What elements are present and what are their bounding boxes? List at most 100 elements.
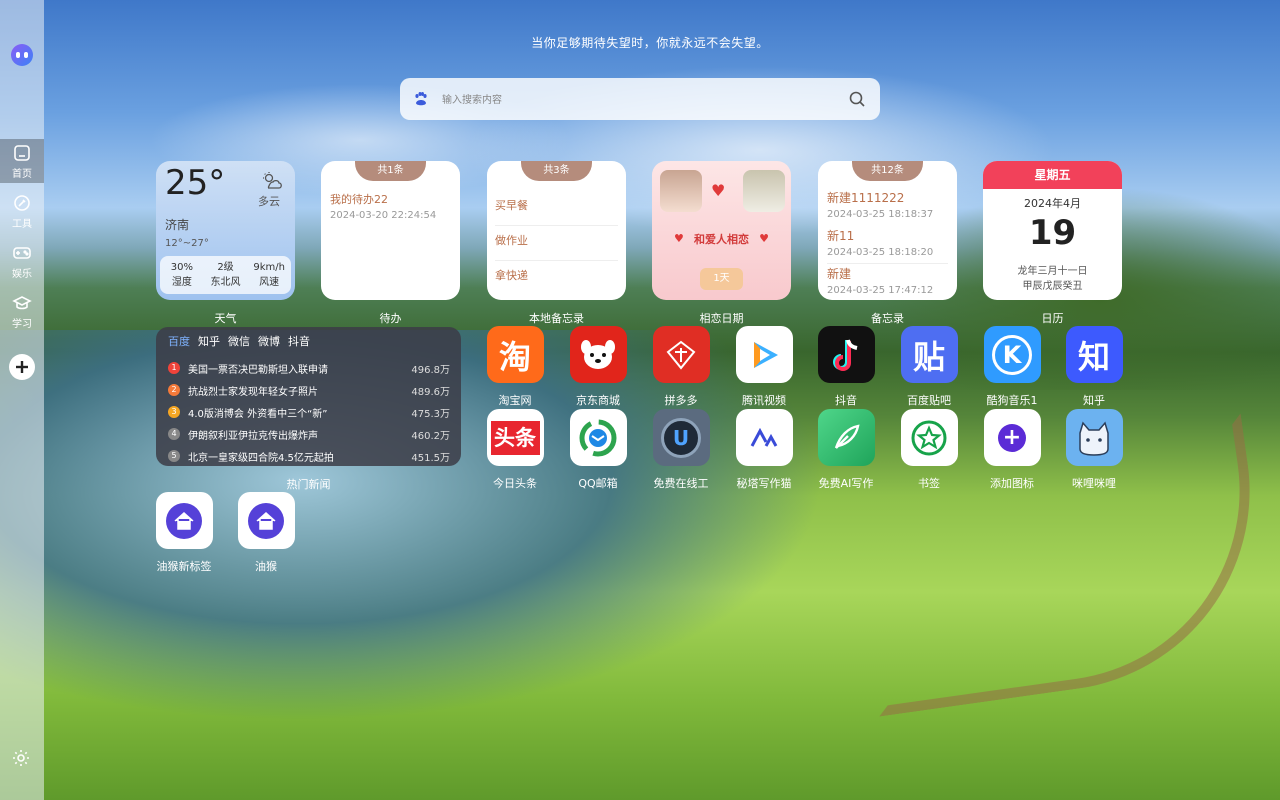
list-item[interactable]: 做作业 (495, 226, 618, 261)
tab-wechat[interactable]: 微信 (228, 333, 250, 349)
app-label: 今日头条 (493, 477, 537, 490)
news-row[interactable]: 1 美国一票否决巴勒斯坦入联申请 496.8万 (168, 357, 450, 379)
app-free-ai-writing[interactable]: 免费AI写作 (811, 409, 881, 491)
toutiao-icon: 头条 (486, 409, 544, 466)
calendar-lunar-date: 龙年三月十一日 (1017, 266, 1088, 277)
motto-text: 当你足够期待失望时，你就永远不会失望。 (531, 36, 769, 50)
love-text: 和爱人相恋 (694, 233, 749, 246)
jd-dog-icon (569, 326, 627, 383)
baidu-paw-icon[interactable] (413, 91, 429, 107)
app-bookmarks[interactable]: 书签 (894, 409, 964, 491)
avatar-girl (743, 170, 785, 212)
memo-item-date: 2024-03-25 18:18:20 (827, 247, 934, 258)
weather-city: 济南 (165, 218, 190, 232)
app-zhihu[interactable]: 知 知乎 (1059, 326, 1129, 408)
app-mita-writing-cat[interactable]: 秘塔写作猫 (729, 409, 799, 491)
app-toutiao[interactable]: 头条 今日头条 (480, 409, 550, 491)
sidebar-item-home[interactable]: 首页 (0, 139, 44, 183)
weather-stats: 30% 湿度 2级 东北风 9km/h 风速 (160, 256, 291, 294)
app-online-tools[interactable]: U 免费在线工 (646, 409, 716, 491)
memo-item-title[interactable]: 新建1111222 (827, 189, 904, 206)
list-item[interactable]: 拿快递 (495, 261, 618, 295)
wind-speed: 9km/h (253, 262, 285, 273)
news-title[interactable]: 4.0版消博会 外资看中三个“新” (188, 405, 405, 420)
memo-card[interactable]: 共12条 新建1111222 2024-03-25 18:18:37 新11 2… (818, 161, 957, 300)
tab-zhihu[interactable]: 知乎 (198, 333, 220, 349)
search-input[interactable] (440, 89, 834, 111)
local-memo-card[interactable]: 共3条 买早餐 做作业 拿快递 (487, 161, 626, 300)
add-category-button[interactable] (9, 354, 35, 380)
rank-badge: 5 (168, 450, 180, 462)
tab-douyin[interactable]: 抖音 (288, 333, 310, 349)
news-count: 475.3万 (411, 408, 450, 420)
news-tabs: 百度 知乎 微信 微博 抖音 (168, 333, 310, 349)
app-taobao[interactable]: 淘 淘宝网 (480, 326, 550, 408)
app-kugou[interactable]: K 酷狗音乐1 (977, 326, 1047, 408)
todo-card[interactable]: 共1条 我的待办22 2024-03-20 22:24:54 (321, 161, 460, 300)
gear-icon[interactable] (11, 748, 31, 768)
sidebar-item-tools[interactable]: 工具 (0, 189, 44, 233)
tab-weibo[interactable]: 微博 (258, 333, 280, 349)
sidebar-item-label: 首页 (12, 168, 32, 180)
app-tencent-video[interactable]: 腾讯视频 (729, 326, 799, 408)
list-item[interactable]: 买早餐 (495, 191, 618, 226)
divider (827, 263, 948, 264)
todo-count-badge: 共1条 (355, 161, 426, 181)
app-tampermonkey-newtab[interactable]: 油猴新标签 (149, 492, 219, 574)
sidebar-item-study[interactable]: 学习 (0, 289, 44, 333)
search-icon[interactable] (848, 90, 866, 108)
news-title[interactable]: 抗战烈士家发现年轻女子照片 (188, 383, 405, 398)
calendar-card[interactable]: 星期五 2024年4月 19 龙年三月十一日 甲辰戊辰癸丑 (983, 161, 1122, 300)
news-row[interactable]: 4 伊朗叙利亚伊拉克传出爆炸声 460.2万 (168, 423, 450, 445)
calendar-weekday: 星期五 (983, 161, 1122, 189)
app-label: 拼多多 (664, 394, 698, 407)
app-label: 油猴 (255, 560, 277, 573)
news-count: 496.8万 (411, 364, 450, 376)
todo-item-title[interactable]: 我的待办22 (330, 191, 388, 207)
home-circle-icon (237, 492, 295, 549)
news-row[interactable]: 2 抗战烈士家发现年轻女子照片 489.6万 (168, 379, 450, 401)
sidebar-item-entertainment[interactable]: 娱乐 (0, 239, 44, 283)
memo-item-title[interactable]: 新建 (827, 265, 851, 282)
memo-item-title[interactable]: 新11 (827, 227, 854, 244)
news-row[interactable]: 3 4.0版消博会 外资看中三个“新” 475.3万 (168, 401, 450, 423)
app-baidu-tieba[interactable]: 贴 百度贴吧 (894, 326, 964, 408)
news-row[interactable]: 5 北京一皇家级四合院4.5亿元起拍 451.5万 (168, 445, 450, 467)
sidebar: 首页 工具 娱乐 学习 (0, 0, 44, 800)
online-tools-icon: U (652, 409, 710, 466)
app-jd[interactable]: 京东商城 (563, 326, 633, 408)
home-circle-icon (155, 492, 213, 549)
app-label: 京东商城 (576, 394, 620, 407)
tab-baidu[interactable]: 百度 (168, 333, 190, 349)
weather-range: 12°~27° (165, 238, 209, 249)
app-label: 秘塔写作猫 (736, 477, 792, 490)
heart-icon: ♥ (759, 232, 769, 245)
search-bar[interactable] (400, 78, 880, 120)
zhihu-icon: 知 (1065, 326, 1123, 383)
news-title[interactable]: 北京一皇家级四合院4.5亿元起拍 (188, 449, 405, 464)
app-pinduoduo[interactable]: 拼多多 (646, 326, 716, 408)
weather-card[interactable]: 25° 多云 济南 12°~27° 30% 湿度 2级 东北风 9km/h 风速 (156, 161, 295, 300)
add-icon-tile: + (983, 409, 1041, 466)
news-title[interactable]: 伊朗叙利亚伊拉克传出爆炸声 (188, 427, 405, 442)
add-icon-button[interactable]: + 添加图标 (977, 409, 1047, 491)
avatar-boy (660, 170, 702, 212)
hot-news-widget: 百度 知乎 微信 微博 抖音 1 美国一票否决巴勒斯坦入联申请 496.8万 2… (156, 327, 461, 466)
news-title[interactable]: 美国一票否决巴勒斯坦入联申请 (188, 361, 405, 376)
tool-icon (14, 194, 30, 211)
app-tampermonkey[interactable]: 油猴 (231, 492, 301, 574)
weather-temperature: 25° (165, 163, 226, 203)
love-date-card[interactable]: ♥ ♥ 和爱人相恋 ♥ 1天 (652, 161, 791, 300)
sidebar-item-label: 工具 (12, 218, 32, 230)
app-mili-mili[interactable]: 咪哩咪哩 (1059, 409, 1129, 491)
calendar-year-month: 2024年4月 (1024, 197, 1081, 210)
sidebar-item-label: 学习 (12, 318, 32, 330)
wind-speed-label: 风速 (259, 277, 280, 288)
app-label: 油猴新标签 (156, 560, 212, 573)
heart-icon: ♥ (711, 181, 726, 200)
graduation-cap-icon (12, 295, 32, 309)
app-label: 百度贴吧 (907, 394, 951, 407)
app-qq-mail[interactable]: QQ邮箱 (563, 409, 633, 491)
app-douyin[interactable]: 抖音 (811, 326, 881, 408)
app-label: 抖音 (835, 394, 857, 407)
